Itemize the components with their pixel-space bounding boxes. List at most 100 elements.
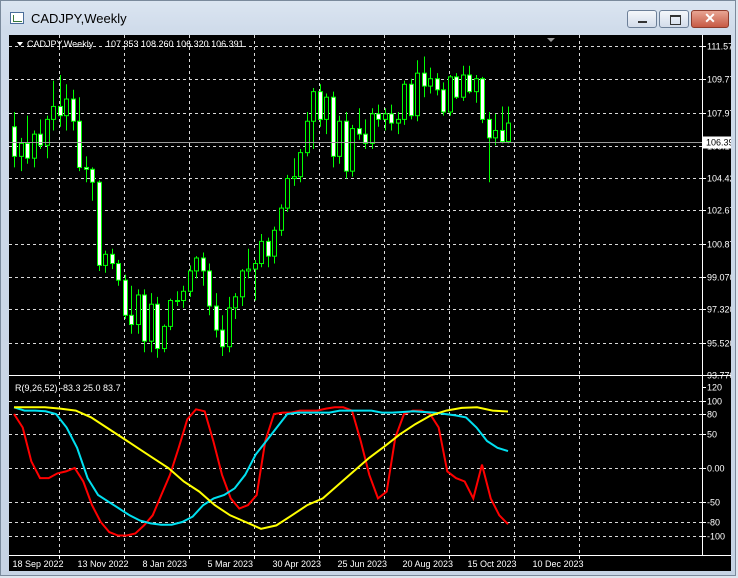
candle-bull	[305, 120, 310, 154]
time-tick-label: 20 Aug 2023	[403, 559, 454, 569]
candle-bear	[77, 120, 82, 168]
candle-bull	[461, 74, 466, 98]
indicator-tick-label: 80	[707, 410, 717, 420]
candle-bull	[350, 128, 355, 172]
candle-bear	[357, 128, 362, 135]
main-chart-ohlc: 107.353 108.260 106.320 106.391	[106, 39, 244, 49]
price-tick-label: 100.870	[707, 240, 731, 250]
candle-bull	[311, 91, 316, 122]
chart-window: CADJPY,Weekly ✕ 18 Sep 2022 13 Nov 2022 8 …	[0, 0, 736, 576]
title-bar[interactable]: CADJPY,Weekly ✕	[1, 1, 735, 35]
candle-bear	[214, 305, 219, 331]
candle-bull	[240, 270, 245, 298]
candle-bull	[194, 257, 199, 272]
time-tick-label: 8 Jan 2023	[143, 559, 188, 569]
candle-bull	[396, 118, 401, 124]
candle-bear	[12, 126, 17, 157]
price-tick-label: 102.670	[707, 206, 731, 216]
candle-bull	[272, 229, 277, 257]
candle-bear	[467, 74, 472, 93]
candle-bear	[142, 294, 147, 342]
time-tick-label: 30 Apr 2023	[273, 559, 322, 569]
candle-bull	[168, 300, 173, 327]
candle-bull	[383, 113, 388, 120]
chart-area[interactable]: 18 Sep 2022 13 Nov 2022 8 Jan 2023 5 Mar 20…	[9, 35, 731, 571]
time-tick-label: 13 Nov 2022	[78, 559, 129, 569]
indicator-tick-label: 100	[707, 397, 722, 407]
candle-bear	[201, 257, 206, 272]
indicator-tick-label: 50	[707, 430, 717, 440]
price-tick-label: 107.970	[707, 109, 731, 119]
candle-bull	[324, 96, 329, 120]
candle-bull	[506, 122, 511, 143]
candle-bull	[188, 270, 193, 292]
indicator-header: R(9,26,52) -83.3 25.0 83.7	[15, 383, 121, 393]
minimize-icon	[638, 21, 647, 23]
indicator-tick-label: -80	[707, 518, 720, 528]
candle-bull	[162, 325, 167, 350]
price-tick-label: 111.570	[707, 42, 731, 52]
main-chart-symbol: CADJPY,Weekly	[27, 39, 94, 49]
candle-bull	[233, 296, 238, 309]
candle-bear	[344, 120, 349, 172]
price-tick-label: 97.320	[707, 305, 731, 315]
minimize-button[interactable]	[627, 10, 657, 28]
time-tick-label: 15 Oct 2023	[468, 559, 517, 569]
candle-bear	[220, 329, 225, 348]
indicator-tick-label: -100	[707, 532, 725, 542]
indicator-line-1	[13, 406, 509, 537]
candle-bull	[402, 83, 407, 120]
maximize-button[interactable]	[659, 10, 689, 28]
candle-bear	[441, 89, 446, 113]
candle-bear	[480, 78, 485, 120]
time-tick-label: 10 Dec 2023	[533, 559, 584, 569]
candle-bear	[318, 91, 323, 120]
candle-bear	[71, 98, 76, 122]
candle-bear	[129, 314, 134, 326]
candle-bull	[415, 72, 420, 117]
candle-bear	[110, 253, 115, 265]
candle-bear	[266, 240, 271, 257]
candle-bear	[500, 129, 505, 143]
candle-bear	[84, 166, 89, 170]
current-price-label: 106.391	[706, 138, 731, 148]
candle-bear	[58, 105, 63, 117]
chart-canvas[interactable]: 18 Sep 2022 13 Nov 2022 8 Jan 2023 5 Mar 20…	[9, 35, 731, 571]
candle-bear	[155, 303, 160, 350]
candle-bear	[422, 72, 427, 87]
candle-bear	[487, 118, 492, 139]
candle-bull	[103, 253, 108, 266]
candle-bull	[45, 118, 50, 146]
dropdown-triangle-icon[interactable]	[17, 42, 23, 46]
candle-bull	[64, 98, 69, 117]
price-tick-label: 109.770	[707, 75, 731, 85]
candle-bear	[116, 263, 121, 281]
candle-bear	[123, 279, 128, 316]
candle-bull	[227, 307, 232, 348]
indicator-tick-label: -50	[707, 498, 720, 508]
candle-bull	[370, 113, 375, 144]
candle-bull	[428, 78, 433, 87]
time-tick-label: 5 Mar 2023	[208, 559, 254, 569]
close-button[interactable]: ✕	[691, 10, 729, 28]
close-icon: ✕	[704, 10, 716, 26]
candle-bull	[181, 290, 186, 302]
price-tick-label: 104.420	[707, 174, 731, 184]
candle-bull	[19, 142, 24, 157]
chart-shift-marker[interactable]	[547, 38, 555, 42]
candle-bull	[285, 178, 290, 209]
candle-bull	[292, 176, 297, 180]
indicator-tick-label: 0.00	[707, 464, 725, 474]
candle-bull	[474, 78, 479, 93]
candle-bull	[298, 152, 303, 178]
price-tick-label: 99.070	[707, 273, 731, 283]
chart-window-icon[interactable]	[10, 12, 24, 24]
candle-bear	[454, 76, 459, 98]
candle-bear	[376, 113, 381, 120]
time-tick-label: 25 Jun 2023	[338, 559, 388, 569]
candle-bull	[32, 133, 37, 159]
candle-bear	[409, 83, 414, 117]
candle-bear	[389, 113, 394, 124]
candle-bear	[38, 133, 43, 146]
candle-bull	[246, 268, 251, 272]
